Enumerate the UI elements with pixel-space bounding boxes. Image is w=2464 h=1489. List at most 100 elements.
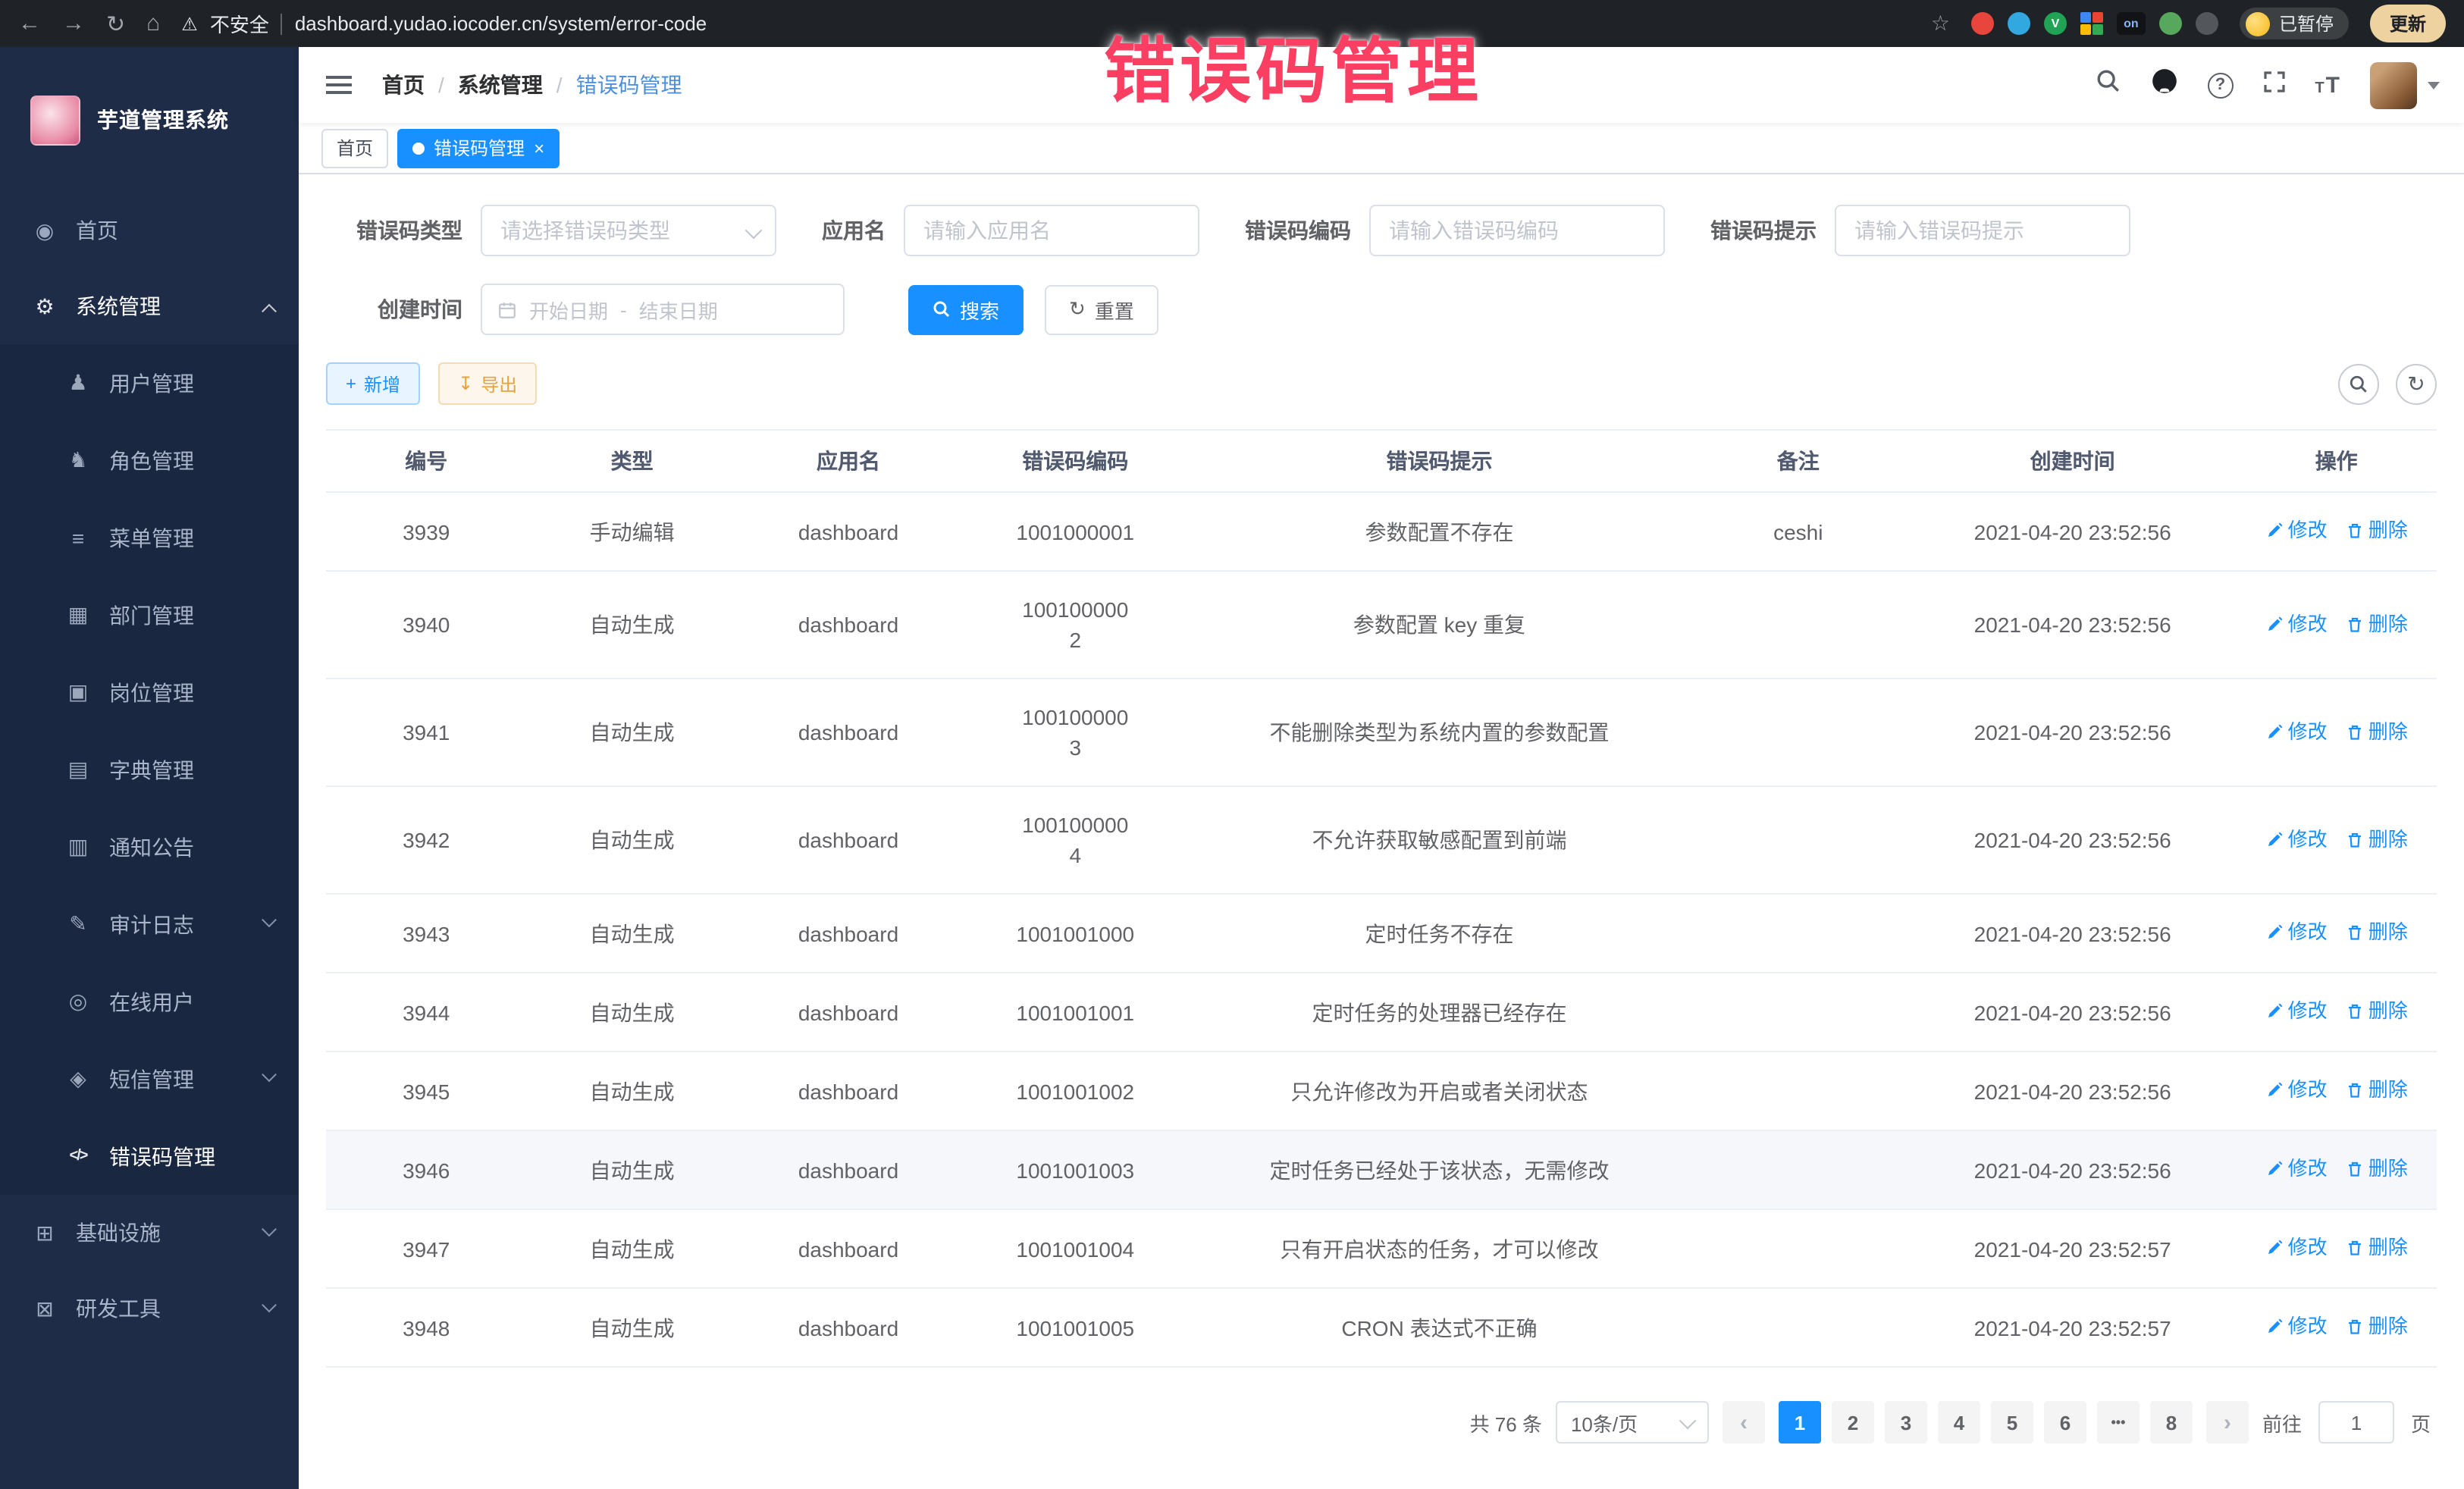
sidebar-item-notice-management[interactable]: ▥通知公告: [0, 808, 299, 886]
edit-link[interactable]: 修改: [2265, 609, 2328, 639]
extension-red-icon[interactable]: [1971, 12, 1994, 35]
bookmark-star-icon[interactable]: ☆: [1931, 11, 1950, 36]
delete-link[interactable]: 删除: [2346, 716, 2408, 747]
delete-link[interactable]: 删除: [2346, 1154, 2408, 1184]
page-ellipsis-button[interactable]: •••: [2097, 1401, 2140, 1444]
sidebar-item-menu-management[interactable]: ≡菜单管理: [0, 499, 299, 576]
forward-icon[interactable]: →: [62, 11, 85, 36]
refresh-table-button[interactable]: ↻: [2396, 363, 2437, 404]
sidebar-item-home[interactable]: ◉首页: [0, 193, 299, 268]
extension-grid-icon[interactable]: [2080, 12, 2103, 35]
reload-icon[interactable]: ↻: [106, 10, 125, 37]
sidebar-item-sms-management[interactable]: ◈短信管理: [0, 1040, 299, 1118]
fullscreen-icon[interactable]: [2262, 69, 2286, 101]
breadcrumb-item[interactable]: 首页: [382, 70, 425, 100]
edit-link[interactable]: 修改: [2265, 1075, 2328, 1105]
home-icon[interactable]: ⌂: [146, 11, 160, 36]
screen: ← → ↻ ⌂ ⚠ 不安全 dashboard.yudao.iocoder.cn…: [0, 0, 2464, 1489]
page-button[interactable]: 2: [1832, 1401, 1874, 1444]
tags-view-tab[interactable]: 首页: [321, 128, 388, 168]
page-button[interactable]: 8: [2150, 1401, 2193, 1444]
app-logo[interactable]: 芋道管理系统: [0, 47, 299, 193]
close-icon[interactable]: ×: [534, 139, 544, 157]
show-search-button[interactable]: [2338, 363, 2379, 404]
date-range-picker[interactable]: 开始日期 - 结束日期: [481, 284, 845, 335]
error-type-select[interactable]: [481, 205, 776, 256]
extension-on-badge[interactable]: on: [2117, 12, 2146, 35]
edit-link[interactable]: 修改: [2265, 716, 2328, 747]
sidebar-item-department-management[interactable]: ▦部门管理: [0, 576, 299, 654]
page-button[interactable]: 5: [1991, 1401, 2033, 1444]
sidebar-item-audit-log[interactable]: ✎审计日志: [0, 886, 299, 963]
help-icon[interactable]: ?: [2207, 72, 2233, 98]
paused-badge[interactable]: 已暂停: [2240, 8, 2349, 39]
delete-link[interactable]: 删除: [2346, 917, 2408, 948]
sidebar-item-dict-management[interactable]: ▤字典管理: [0, 731, 299, 808]
sidebar-item-error-code-management[interactable]: </>错误码管理: [0, 1118, 299, 1195]
edit-link[interactable]: 修改: [2265, 996, 2328, 1027]
error-type-select-input[interactable]: [481, 205, 776, 256]
back-icon[interactable]: ←: [18, 11, 41, 36]
edit-link[interactable]: 修改: [2265, 917, 2328, 948]
update-button[interactable]: 更新: [2370, 5, 2446, 42]
edit-link[interactable]: 修改: [2265, 824, 2328, 854]
search-icon[interactable]: [2095, 68, 2121, 102]
address-bar[interactable]: ⚠ 不安全 dashboard.yudao.iocoder.cn/system/…: [181, 9, 1910, 38]
sidebar-item-post-management[interactable]: ▣岗位管理: [0, 654, 299, 731]
cell-actions: 修改删除: [2236, 492, 2437, 571]
error-message-input[interactable]: [1835, 205, 2130, 256]
edit-link[interactable]: 修改: [2265, 516, 2328, 546]
extension-leaf-icon[interactable]: [2159, 12, 2182, 35]
reset-button[interactable]: ↻ 重置: [1045, 284, 1158, 334]
tags-view-bar: 首页错误码管理×: [299, 123, 2464, 174]
delete-link[interactable]: 删除: [2346, 516, 2408, 546]
prev-page-button[interactable]: ‹: [1723, 1401, 1765, 1444]
tags-view-tab[interactable]: 错误码管理×: [397, 128, 560, 168]
extension-blue-icon[interactable]: [2008, 12, 2030, 35]
cell-time: 2021-04-20 23:52:56: [1909, 973, 2237, 1052]
add-button[interactable]: + 新增: [326, 362, 420, 405]
breadcrumb-item[interactable]: 系统管理: [458, 70, 543, 100]
delete-link[interactable]: 删除: [2346, 996, 2408, 1027]
export-button[interactable]: ↧ 导出: [438, 362, 537, 405]
sidebar-item-infrastructure[interactable]: ⊞基础设施: [0, 1195, 299, 1271]
cell-time: 2021-04-20 23:52:57: [1909, 1288, 2237, 1367]
sidebar-item-system-management[interactable]: ⚙系统管理: [0, 268, 299, 344]
extension-pin-icon[interactable]: [2196, 12, 2218, 35]
edit-link[interactable]: 修改: [2265, 1154, 2328, 1184]
extension-green-v-icon[interactable]: V: [2044, 12, 2067, 35]
delete-link[interactable]: 删除: [2346, 824, 2408, 854]
sidebar-item-dev-tools[interactable]: ⊠研发工具: [0, 1271, 299, 1346]
error-code-input[interactable]: [1369, 205, 1665, 256]
app-name-input[interactable]: [904, 205, 1199, 256]
sidebar-item-role-management[interactable]: ♞角色管理: [0, 422, 299, 499]
page-size-select[interactable]: 10条/页: [1556, 1401, 1709, 1444]
font-size-icon[interactable]: TT: [2315, 72, 2341, 98]
page-button[interactable]: 3: [1885, 1401, 1927, 1444]
delete-link[interactable]: 删除: [2346, 609, 2408, 639]
delete-link[interactable]: 删除: [2346, 1075, 2408, 1105]
delete-link[interactable]: 删除: [2346, 1312, 2408, 1342]
page-button[interactable]: 4: [1938, 1401, 1980, 1444]
cell-remark: ceshi: [1688, 492, 1909, 571]
github-icon[interactable]: [2149, 67, 2178, 103]
edit-link[interactable]: 修改: [2265, 1233, 2328, 1263]
sidebar-item-label: 错误码管理: [109, 1141, 215, 1171]
chevron-down-icon: [262, 1296, 277, 1312]
page-button[interactable]: 6: [2044, 1401, 2086, 1444]
next-page-button[interactable]: ›: [2206, 1401, 2249, 1444]
sidebar-item-label: 字典管理: [109, 754, 194, 785]
hamburger-icon[interactable]: [323, 70, 355, 100]
sidebar-item-user-management[interactable]: ♟用户管理: [0, 344, 299, 422]
user-menu[interactable]: [2370, 61, 2440, 108]
end-date-placeholder: 结束日期: [639, 295, 718, 324]
sidebar-item-label: 基础设施: [76, 1218, 161, 1248]
goto-page-input[interactable]: [2318, 1401, 2394, 1444]
edit-link[interactable]: 修改: [2265, 1312, 2328, 1342]
page-button[interactable]: 1: [1779, 1401, 1821, 1444]
sidebar-item-online-users[interactable]: ◎在线用户: [0, 963, 299, 1040]
delete-icon: [2346, 1239, 2364, 1257]
delete-link[interactable]: 删除: [2346, 1233, 2408, 1263]
search-button[interactable]: 搜索: [908, 284, 1024, 334]
role-icon: ♞: [65, 447, 91, 473]
